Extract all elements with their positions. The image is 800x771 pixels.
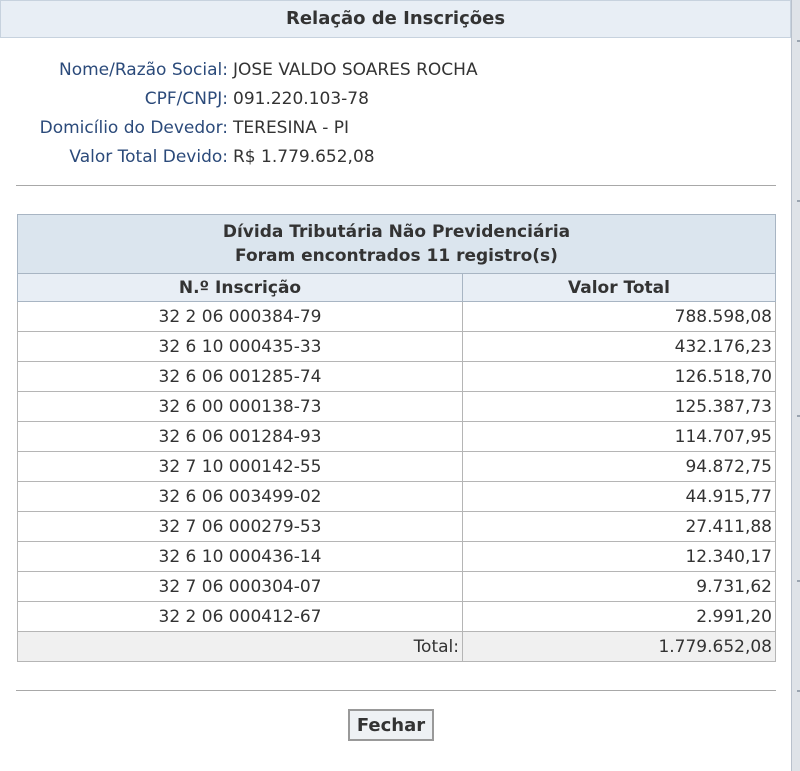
total-due-value: R$ 1.779.652,08 — [233, 147, 375, 167]
domicile-value: TERESINA - PI — [233, 118, 350, 138]
total-value: 1.779.652,08 — [462, 631, 776, 662]
inscription-number: 32 6 10 000436-14 — [17, 541, 463, 572]
inscription-number: 32 7 10 000142-55 — [17, 451, 463, 482]
inscription-value: 788.598,08 — [462, 301, 776, 332]
table-caption: Dívida Tributária Não Previdenciária For… — [17, 214, 776, 274]
inscription-number: 32 6 06 003499-02 — [17, 481, 463, 512]
table-row: 32 6 10 000435-33 432.176,23 — [17, 331, 776, 362]
cpf-cnpj-label: CPF/CNPJ: — [144, 89, 228, 109]
inscription-value: 432.176,23 — [462, 331, 776, 362]
inscription-number: 32 6 06 001285-74 — [17, 361, 463, 392]
inscription-number: 32 7 06 000279-53 — [17, 511, 463, 542]
inscription-value: 114.707,95 — [462, 421, 776, 452]
inscription-value: 12.340,17 — [462, 541, 776, 572]
cpf-cnpj-value: 091.220.103-78 — [233, 89, 369, 109]
inscription-value: 126.518,70 — [462, 361, 776, 392]
divider-bottom — [16, 690, 776, 691]
total-label: Total: — [17, 631, 463, 662]
inscription-number: 32 6 06 001284-93 — [17, 421, 463, 452]
total-due-label: Valor Total Devido: — [69, 147, 228, 167]
total-due-row: Valor Total Devido: R$ 1.779.652,08 — [0, 143, 791, 172]
table-caption-title: Dívida Tributária Não Previdenciária — [222, 222, 571, 242]
table-row: 32 2 06 000384-79 788.598,08 — [17, 301, 776, 332]
inscription-value: 9.731,62 — [462, 571, 776, 602]
inscription-value: 94.872,75 — [462, 451, 776, 482]
debtor-name-label: Nome/Razão Social: — [59, 60, 228, 80]
table-caption-count: Foram encontrados 11 registro(s) — [235, 246, 558, 266]
inscription-number: 32 6 10 000435-33 — [17, 331, 463, 362]
table-row: 32 7 10 000142-55 94.872,75 — [17, 451, 776, 482]
table-row: 32 2 06 000412-67 2.991,20 — [17, 601, 776, 632]
debtor-name-value: JOSE VALDO SOARES ROCHA — [233, 60, 478, 80]
table-row: 32 6 06 003499-02 44.915,77 — [17, 481, 776, 512]
table-row: 32 7 06 000279-53 27.411,88 — [17, 511, 776, 542]
table-row: 32 6 06 001285-74 126.518,70 — [17, 361, 776, 392]
inscription-number: 32 7 06 000304-07 — [17, 571, 463, 602]
debtor-name-row: Nome/Razão Social: JOSE VALDO SOARES ROCH… — [0, 56, 791, 85]
window-edge — [791, 0, 800, 771]
inscription-number: 32 6 00 000138-73 — [17, 391, 463, 422]
debtor-info: Nome/Razão Social: JOSE VALDO SOARES ROCH… — [0, 56, 791, 172]
domicile-label: Domicílio do Devedor: — [39, 118, 228, 138]
table-row: 32 6 06 001284-93 114.707,95 — [17, 421, 776, 452]
close-button[interactable]: Fechar — [348, 709, 434, 741]
inscription-value: 27.411,88 — [462, 511, 776, 542]
inscriptions-dialog: Relação de Inscrições Nome/Razão Social:… — [0, 0, 791, 771]
column-header-total-value: Valor Total — [462, 273, 776, 302]
domicile-row: Domicílio do Devedor: TERESINA - PI — [0, 114, 791, 143]
inscription-number: 32 2 06 000384-79 — [17, 301, 463, 332]
inscription-value: 125.387,73 — [462, 391, 776, 422]
table-row: 32 6 00 000138-73 125.387,73 — [17, 391, 776, 422]
dialog-title: Relação de Inscrições — [0, 0, 791, 38]
cpf-cnpj-row: CPF/CNPJ: 091.220.103-78 — [0, 85, 791, 114]
column-header-inscription: N.º Inscrição — [17, 273, 463, 302]
divider-top — [16, 185, 776, 186]
inscription-value: 2.991,20 — [462, 601, 776, 632]
inscriptions-table-wrapper: Dívida Tributária Não Previdenciária For… — [17, 214, 776, 662]
table-row: 32 6 10 000436-14 12.340,17 — [17, 541, 776, 572]
inscriptions-table: Dívida Tributária Não Previdenciária For… — [17, 214, 776, 662]
total-row: Total: 1.779.652,08 — [17, 631, 776, 662]
inscription-value: 44.915,77 — [462, 481, 776, 512]
inscription-number: 32 2 06 000412-67 — [17, 601, 463, 632]
table-row: 32 7 06 000304-07 9.731,62 — [17, 571, 776, 602]
